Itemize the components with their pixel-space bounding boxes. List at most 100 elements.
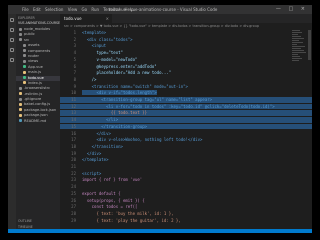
file-icon — [23, 65, 26, 69]
menu-run[interactable]: Run — [91, 7, 99, 12]
code-line[interactable]: 29 { text: 'play the guitar', id: 2 }, — [60, 218, 312, 224]
code-line[interactable]: 8 /> — [60, 77, 312, 83]
tree-item-label: router — [28, 53, 39, 58]
menu-go[interactable]: Go — [82, 7, 88, 12]
code-line[interactable]: 16 </div> — [60, 131, 312, 137]
code-line[interactable]: 6 @keypress.enter="addTodo" — [60, 64, 312, 70]
code-line[interactable]: 7 placeholder="Add a new todo..." — [60, 70, 312, 76]
tree-item[interactable]: README.md — [16, 119, 60, 124]
file-icon — [23, 59, 26, 63]
run-debug-icon[interactable] — [10, 48, 14, 52]
line-number: 26 — [71, 197, 76, 203]
code-line[interactable]: 3 <input — [60, 43, 312, 49]
extensions-icon[interactable] — [10, 58, 14, 62]
code-text: <input — [82, 43, 107, 49]
code-line[interactable]: 5 v-model="newTodo" — [60, 57, 312, 63]
line-number: 24 — [71, 184, 76, 190]
code-text: @keypress.enter="addTodo" — [82, 63, 157, 69]
line-number: 15 — [71, 123, 76, 129]
line-number: 14 — [71, 117, 76, 123]
tree-item-label: views — [28, 59, 39, 64]
tab-bar: todo.vue × — [60, 14, 312, 23]
explorer-header: EXPLORER — [18, 16, 35, 20]
code-line[interactable]: 19 </div> — [60, 151, 312, 157]
code-line[interactable]: 2 <div class="todos"> — [60, 37, 312, 43]
line-number: 11 — [71, 97, 76, 102]
code-text: <li v-for="todo in todos" :key="todo.id"… — [82, 103, 275, 109]
code-line[interactable]: 11 <transition-group tag="ul" name="list… — [60, 97, 312, 103]
code-text: <div class="todos"> — [82, 36, 133, 42]
code-line[interactable]: 14 </li> — [60, 117, 312, 123]
code-line[interactable]: 22 <script> — [60, 171, 312, 177]
file-icon — [19, 92, 22, 96]
tree-item-label: node_modules — [24, 27, 51, 31]
code-line[interactable]: 13 {{ todo.text }} — [60, 110, 312, 116]
tree-item-label: package.json — [24, 113, 48, 118]
code-text: const todos = ref([ — [82, 204, 138, 210]
code-line[interactable]: 4 type="text" — [60, 50, 312, 56]
code-line[interactable]: 17 <div v-else>Woohoo, nothing left todo… — [60, 137, 312, 143]
code-text: {{ todo.text }} — [82, 110, 148, 116]
menu-view[interactable]: View — [68, 7, 78, 12]
menu-file[interactable]: File — [22, 7, 29, 12]
outline-section[interactable]: OUTLINE — [18, 219, 32, 223]
explorer-icon[interactable] — [10, 18, 14, 22]
code-line[interactable]: 25 export default { — [60, 191, 312, 197]
tree-item-label: public — [24, 32, 35, 37]
menu-edit[interactable]: Edit — [33, 7, 41, 12]
code-editor[interactable]: 1 <template> 2 <div class="todos"> 3 <input… — [60, 30, 312, 228]
explorer-sidebar: EXPLORER VUE-ANIMATIONS-COURSE node_modu… — [16, 14, 60, 233]
window-controls[interactable]: — □ × — [276, 6, 308, 12]
tree-item-label: assets — [28, 43, 40, 48]
code-text: import { ref } from 'vue' — [82, 177, 143, 183]
code-line[interactable]: 28 { text: 'buy the milk', id: 1 }, — [60, 211, 312, 217]
code-line[interactable]: 9 <transition name="switch" mode="out-in… — [60, 84, 312, 90]
line-number: 21 — [71, 164, 76, 169]
window-title: todo.vue - vue-animations-course - Visua… — [108, 7, 218, 12]
vertical-scrollbar[interactable] — [308, 30, 311, 60]
line-number: 8 — [73, 76, 76, 82]
line-number: 3 — [73, 43, 76, 49]
code-text: </template> — [82, 157, 109, 163]
tree-item-label: .eslintrc.js — [24, 91, 43, 96]
breadcrumb[interactable]: src > components > ▼ todo.vue > {} "todo… — [60, 23, 312, 30]
tree-item-label: README.md — [24, 118, 47, 123]
code-line[interactable]: 12 <li v-for="todo in todos" :key="todo.… — [60, 103, 312, 110]
code-line[interactable]: 24 — [60, 184, 312, 190]
tree-item-label: App.vue — [28, 64, 43, 69]
line-number: 20 — [71, 157, 76, 163]
menu-selection[interactable]: Selection — [45, 7, 63, 12]
code-line[interactable]: 21 — [60, 164, 312, 170]
tab-todo-vue[interactable]: todo.vue × — [60, 14, 112, 23]
line-number: 23 — [71, 177, 76, 183]
code-line[interactable]: 26 setup(props, { emit }) { — [60, 198, 312, 204]
minimap[interactable] — [292, 30, 306, 90]
search-icon[interactable] — [10, 28, 14, 32]
code-line[interactable]: 20 </template> — [60, 157, 312, 163]
code-line[interactable]: 10 <div v-if="todos.length"> — [60, 90, 312, 96]
line-number: 1 — [73, 30, 76, 35]
line-number: 28 — [71, 210, 76, 216]
code-line[interactable]: 23 import { ref } from 'vue' — [60, 177, 312, 183]
code-text: </li> — [82, 117, 119, 123]
code-text: </div> — [82, 130, 111, 136]
file-icon — [23, 70, 26, 74]
code-line[interactable]: 18 </transition> — [60, 144, 312, 150]
file-icon — [23, 54, 26, 58]
line-number: 9 — [73, 83, 76, 89]
code-text: </transition-group> — [82, 123, 148, 129]
file-icon — [23, 76, 26, 80]
code-text: <script> — [82, 170, 102, 176]
tree-item-label: src — [24, 37, 30, 42]
source-control-icon[interactable] — [10, 38, 14, 42]
code-line[interactable]: 27 const todos = ref([ — [60, 204, 312, 210]
activity-bar — [8, 14, 16, 233]
close-icon[interactable]: × — [106, 14, 109, 23]
code-text: type="text" — [82, 50, 123, 56]
tree-item-label: babel.config.js — [24, 102, 51, 107]
code-text: <transition-group tag="ul" name="list" a… — [82, 97, 213, 102]
code-line[interactable]: 1 <template> — [60, 30, 312, 36]
line-number: 7 — [73, 70, 76, 76]
code-line[interactable]: 15 </transition-group> — [60, 123, 312, 130]
line-number: 4 — [73, 50, 76, 56]
